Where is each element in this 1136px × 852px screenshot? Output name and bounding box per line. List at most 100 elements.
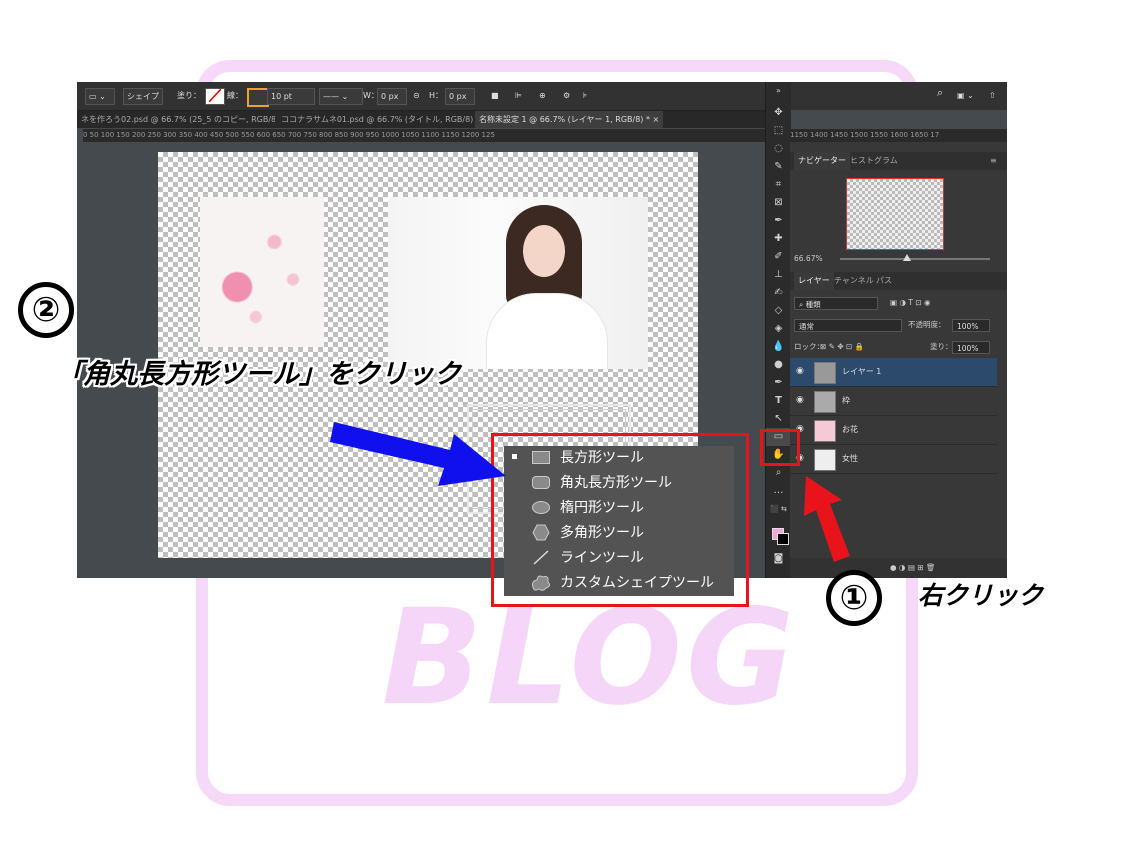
fill-swatch[interactable] (205, 88, 225, 105)
type-tool-icon[interactable]: T (766, 392, 791, 410)
tab-label: ネを作ろう02.psd @ 66.7% (25_5 のコピー, RGB/8) * (81, 115, 275, 124)
quick-select-tool-icon[interactable]: ✎ (766, 158, 791, 176)
tab-histogram[interactable]: ヒストグラム (846, 152, 902, 170)
layer-kind-filter[interactable]: ⌕ 種類 (794, 297, 878, 310)
move-tool-icon[interactable]: ✥ (766, 104, 791, 122)
healing-tool-icon[interactable]: ✚ (766, 230, 791, 248)
height-field[interactable]: 0 px (445, 88, 475, 105)
background-color-swatch[interactable] (777, 533, 789, 545)
pen-tool-icon[interactable]: ✒ (766, 374, 791, 392)
tab-document-3[interactable]: 名称未設定 1 @ 66.7% (レイヤー 1, RGB/8) * × (475, 111, 663, 128)
options-bar-right: ⌕ ▣ ⌄ ⇧ (787, 82, 1007, 110)
step-1-number: ① (826, 570, 882, 626)
blur-tool-icon[interactable]: 💧 (766, 338, 791, 356)
navigator-thumbnail[interactable] (846, 178, 944, 250)
zoom-level[interactable]: 66.67% (794, 252, 823, 266)
brush-tool-icon[interactable]: ✐ (766, 248, 791, 266)
h-label: H： (429, 91, 444, 100)
width-field[interactable]: 0 px (377, 88, 407, 105)
shape-mode-select[interactable]: シェイプ (123, 88, 163, 105)
more-tools-icon[interactable]: … (766, 482, 791, 500)
layer-row[interactable]: ◉ お花 (790, 416, 997, 445)
frame-tool-icon[interactable]: ⊠ (766, 194, 791, 212)
visibility-icon[interactable]: ◉ (796, 366, 804, 376)
woman-photo[interactable] (388, 197, 648, 369)
step-1-instruction: 右クリック (918, 581, 1044, 610)
share-icon[interactable]: ⇧ (989, 88, 996, 103)
path-operations-icon[interactable]: ■ (491, 88, 499, 103)
zoom-slider[interactable] (840, 258, 990, 260)
stroke-type-select[interactable]: —— ⌄ (319, 88, 363, 105)
layer-name: 女性 (842, 454, 858, 463)
layer-thumbnail (814, 420, 836, 442)
marquee-tool-icon[interactable]: ⬚ (766, 122, 791, 140)
woman-body (486, 293, 608, 369)
tab-layers[interactable]: レイヤー (794, 272, 834, 290)
stroke-width-field[interactable]: 10 pt (267, 88, 315, 105)
link-icon[interactable]: ⊝ (413, 88, 420, 103)
panel-menu-icon[interactable]: ≡ (986, 152, 1001, 170)
layer-row[interactable]: ◉ 枠 (790, 387, 997, 416)
document-tabs: ネを作ろう02.psd @ 66.7% (25_5 のコピー, RGB/8) *… (77, 111, 765, 128)
blend-mode-select[interactable]: 通常 (794, 319, 902, 332)
woman-face (523, 225, 565, 277)
flower-petals-photo[interactable] (200, 197, 324, 347)
path-arrangement-icon[interactable]: ⊕ (539, 88, 546, 103)
layer-thumbnail (814, 362, 836, 384)
tab-label: 名称未設定 1 @ 66.7% (レイヤー 1, RGB/8) * (479, 115, 650, 124)
opacity-field[interactable]: 100% (952, 319, 990, 332)
search-icon[interactable]: ⌕ (937, 85, 943, 100)
layer-thumbnail (814, 449, 836, 471)
stamp-tool-icon[interactable]: ⊥ (766, 266, 791, 284)
layer-name: レイヤー 1 (842, 367, 882, 376)
stroke-swatch[interactable] (247, 88, 269, 107)
layer-kind-label: 種類 (805, 300, 821, 309)
align-edges-icon[interactable]: ⊧ (583, 88, 587, 103)
dodge-tool-icon[interactable]: ● (766, 356, 791, 374)
lasso-tool-icon[interactable]: ◌ (766, 140, 791, 158)
layer-name: 枠 (842, 396, 850, 405)
navigator-tabs: ナビゲーター ヒストグラム ≡ (790, 152, 1007, 170)
tool-preset-picker[interactable]: ▭ ⌄ (85, 88, 115, 105)
history-brush-tool-icon[interactable]: ✍ (766, 284, 791, 302)
layer-tabs: レイヤー チャンネル パス (790, 272, 1007, 290)
step-2-instruction: 「角丸長方形ツール」をクリック (56, 359, 461, 390)
tab-document-1[interactable]: ネを作ろう02.psd @ 66.7% (25_5 のコピー, RGB/8) *… (77, 111, 275, 128)
step-2-number: ② (18, 282, 74, 338)
tool-highlight-box (760, 429, 800, 466)
bucket-tool-icon[interactable]: ◈ (766, 320, 791, 338)
tab-navigator[interactable]: ナビゲーター (794, 152, 850, 170)
crop-tool-icon[interactable]: ⌗ (766, 176, 791, 194)
quick-mask-icon[interactable]: ◙ (766, 550, 791, 568)
tab-channels[interactable]: チャンネル (830, 272, 878, 290)
default-colors-icon[interactable]: ⬛ ⇆ (766, 500, 791, 518)
zoom-slider-handle[interactable] (903, 254, 911, 261)
layer-name: お花 (842, 425, 858, 434)
tab-paths[interactable]: パス (872, 272, 896, 290)
path-alignment-icon[interactable]: ⊫ (515, 88, 522, 103)
workspace-icon[interactable]: ▣ ⌄ (957, 88, 974, 103)
no-fill-icon (208, 88, 222, 103)
collapse-icon[interactable]: » (766, 82, 791, 100)
layer-thumbnail (814, 391, 836, 413)
gear-icon[interactable]: ⚙ (563, 88, 570, 103)
layer-row[interactable]: ◉ レイヤー 1 (790, 358, 997, 387)
layers-list: ◉ レイヤー 1 ◉ 枠 ◉ お花 ◉ 女性 (790, 358, 997, 478)
fill-label: 塗り： (930, 342, 953, 351)
tab-document-2[interactable]: ココナラサムネ01.psd @ 66.7% (タイトル, RGB/8) * × (277, 111, 475, 128)
fill-field[interactable]: 100% (952, 341, 990, 354)
horizontal-ruler: 0 50 100 150 200 250 300 350 400 450 500… (83, 129, 765, 142)
horizontal-ruler-right: 1150 1400 1450 1500 1550 1600 1650 17 (790, 129, 1007, 142)
layer-filter-icons[interactable]: ▣ ◑ T ⊡ ◉ (890, 296, 931, 310)
visibility-icon[interactable]: ◉ (796, 395, 804, 405)
lock-icons[interactable]: ⊠ ✎ ✥ ⊡ 🔒 (820, 340, 864, 354)
close-icon[interactable]: × (653, 115, 660, 124)
zoom-tool-icon[interactable]: ⌕ (766, 464, 791, 482)
eyedropper-tool-icon[interactable]: ✒ (766, 212, 791, 230)
eraser-tool-icon[interactable]: ◇ (766, 302, 791, 320)
layer-actions-icons[interactable]: ● ◑ ▤ ⊞ 🗑 (890, 561, 936, 575)
toolbar: » ✥ ⬚ ◌ ✎ ⌗ ⊠ ✒ ✚ ✐ ⊥ ✍ ◇ ◈ 💧 ● ✒ T ↖ ▭ … (765, 82, 791, 578)
red-arrow-icon (804, 476, 850, 562)
fill-label: 塗り： (177, 91, 201, 100)
path-select-tool-icon[interactable]: ↖ (766, 410, 791, 428)
